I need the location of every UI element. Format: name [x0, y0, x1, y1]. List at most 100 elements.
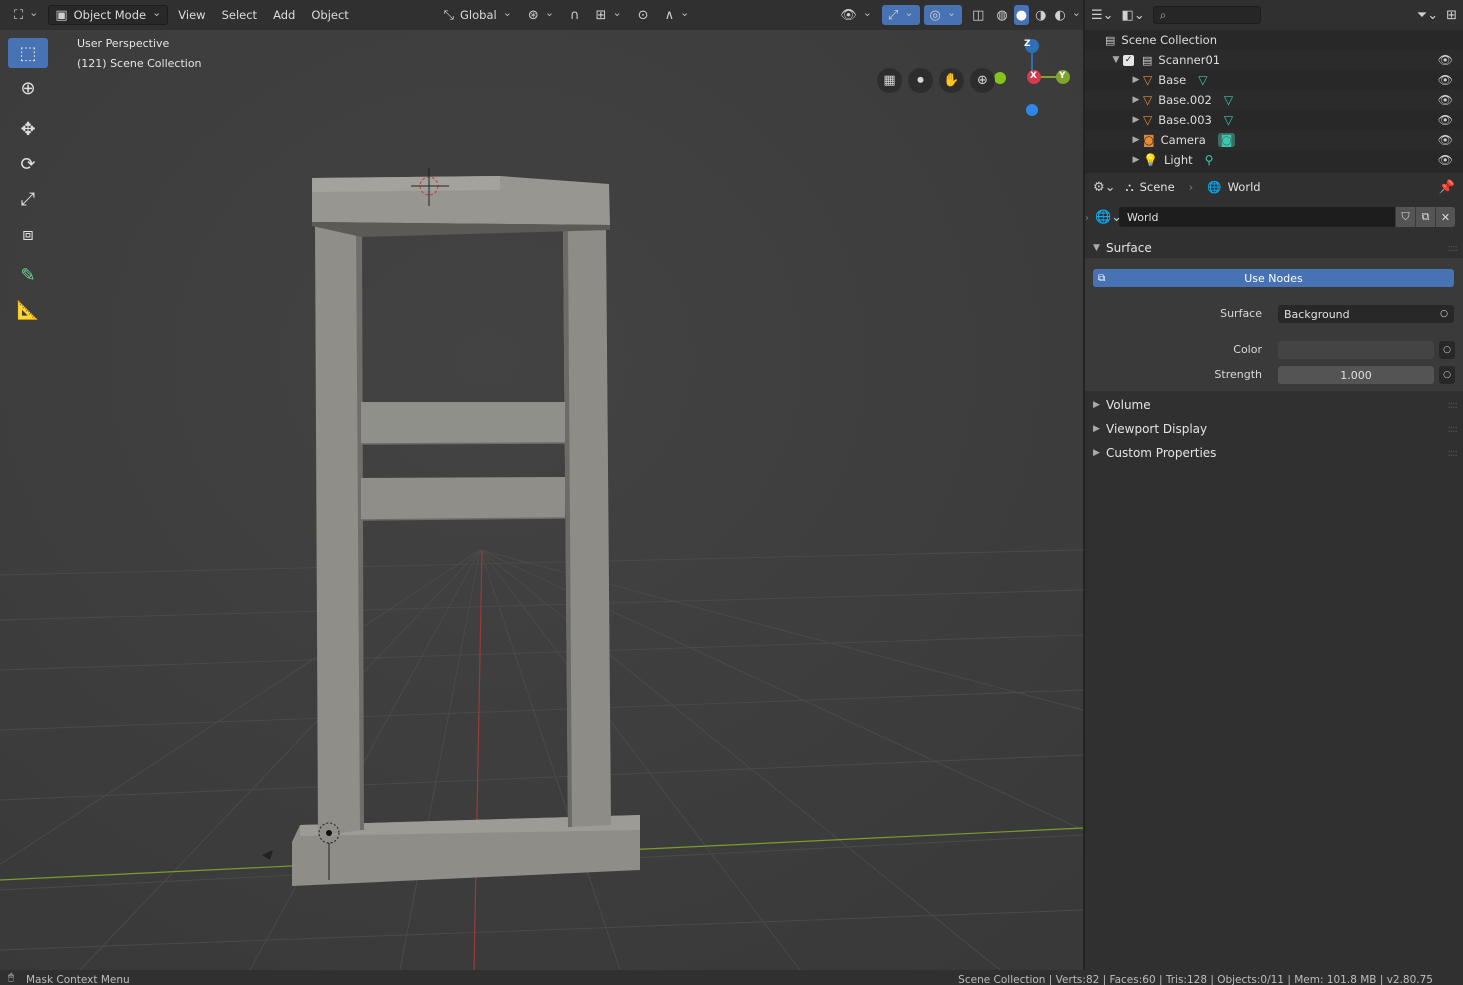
transform-orientation-selector[interactable]: ⤡ Global — [438, 5, 518, 25]
shading-wireframe[interactable]: ◍ — [994, 5, 1009, 25]
camera-view-icon[interactable]: ⏺ — [908, 68, 933, 93]
expand-right-icon[interactable]: ▶ — [1129, 135, 1143, 145]
outliner-row-item[interactable]: ▶ ▽ Base.003 ▽ 👁 — [1085, 110, 1463, 130]
move-tool[interactable]: ✥ — [8, 114, 48, 144]
menu-view[interactable]: View — [172, 5, 211, 25]
surface-shader-field[interactable]: Background ○ — [1278, 305, 1454, 323]
new-collection-icon[interactable]: ⊞ — [1446, 8, 1457, 23]
outliner-row-collection[interactable]: ▼ ✓ ▤ Scanner01 👁 — [1085, 50, 1463, 70]
outliner-row-item[interactable]: ▶ ▽ Base ▽ 👁 — [1085, 70, 1463, 90]
eye-icon[interactable]: 👁 — [1438, 113, 1453, 127]
menu-object[interactable]: Object — [305, 5, 354, 25]
camera-data-icon[interactable]: ◙ — [1217, 133, 1236, 147]
color-swatch[interactable] — [1278, 341, 1434, 359]
right-panels: ☰⌄ ◧⌄ ⌕ ⏷⌄ ⊞ ▤ Scene Collection ▼ ✓ ▤ Sc… — [1085, 0, 1463, 970]
eye-icon[interactable]: 👁 — [1438, 153, 1453, 167]
gizmo-toggle[interactable]: ⤢ — [881, 5, 920, 25]
expand-right-icon[interactable]: ▶ — [1129, 75, 1143, 85]
eye-icon[interactable]: 👁 — [1438, 53, 1453, 67]
drag-grip-icon[interactable]: :::: — [1448, 400, 1459, 411]
collection-checkbox[interactable]: ✓ — [1123, 54, 1134, 66]
scene-collection-icon: ▤ — [1105, 33, 1116, 47]
transform-tool[interactable]: ⧈ — [8, 219, 48, 249]
shading-rendered[interactable]: ◐ — [1052, 5, 1083, 25]
eye-icon[interactable]: 👁 — [1438, 93, 1453, 107]
mesh-data-icon[interactable]: ▽ — [1224, 113, 1233, 127]
shading-solid[interactable]: ● — [1013, 5, 1030, 25]
transform-icon: ⧈ — [22, 223, 34, 245]
pin-icon[interactable]: 📌 — [1439, 180, 1455, 195]
outliner-row-item[interactable]: ▶ ◙ Camera ◙ 👁 — [1085, 130, 1463, 150]
select-box-tool[interactable]: ⬚ — [8, 38, 48, 68]
viewport-display-panel-header[interactable]: ▶ Viewport Display — [1093, 419, 1207, 439]
custom-properties-panel-header[interactable]: ▶ Custom Properties — [1093, 443, 1216, 463]
panel-collapsed-icon: ▶ — [1093, 400, 1100, 410]
magnet-icon: ∩ — [570, 7, 580, 23]
shading-material[interactable]: ◑ — [1033, 5, 1048, 25]
light-data-icon[interactable]: ⚲ — [1205, 153, 1214, 167]
world-browse-icon[interactable]: 🌐⌄ — [1095, 210, 1122, 225]
menu-add[interactable]: Add — [267, 5, 301, 25]
volume-panel-header[interactable]: ▶ Volume — [1093, 395, 1151, 415]
filter-icon[interactable]: ⏷⌄ — [1417, 8, 1438, 23]
editor-type-icon: ⛶ — [14, 7, 24, 23]
mode-selector[interactable]: ▣ Object Mode — [48, 5, 169, 25]
color-socket-icon[interactable]: ○ — [1439, 341, 1455, 359]
editor-type-button[interactable]: ⛶ — [8, 5, 44, 25]
outliner-row-scene-collection[interactable]: ▤ Scene Collection — [1085, 30, 1463, 50]
surface-panel-header[interactable]: ▼ Surface — [1093, 238, 1152, 258]
drag-grip-icon[interactable]: :::: — [1448, 448, 1459, 459]
menu-select[interactable]: Select — [216, 5, 263, 25]
use-nodes-button[interactable]: ⧉ Use Nodes — [1093, 269, 1454, 287]
falloff-button[interactable]: ∧ — [659, 5, 696, 25]
strength-slider[interactable]: 1.000 — [1278, 366, 1434, 384]
properties-editor-icon[interactable]: ⚙⌄ — [1093, 180, 1116, 195]
fake-user-shield-icon[interactable]: ⛉ — [1395, 207, 1415, 227]
expand-right-icon[interactable]: ▶ — [1129, 115, 1143, 125]
drag-grip-icon[interactable]: :::: — [1448, 424, 1459, 435]
expand-right-icon[interactable]: ▶ — [1129, 155, 1143, 165]
visibility-button[interactable]: 👁 — [834, 5, 878, 25]
duplicate-icon[interactable]: ⧉ — [1415, 207, 1435, 227]
strength-socket-icon[interactable]: ○ — [1439, 366, 1455, 384]
viewport-nav-buttons: ▦ ⏺ ✋ ⊕ — [877, 68, 995, 93]
overlay-toggle[interactable]: ◎ — [923, 5, 963, 25]
proportional-edit-toggle[interactable]: ⊙ — [632, 5, 655, 25]
tabs-expand-icon[interactable]: › — [1085, 213, 1089, 224]
world-name-field[interactable]: World — [1119, 207, 1395, 227]
collection-icon: ▤ — [1142, 53, 1153, 67]
unlink-close-icon[interactable]: ✕ — [1435, 207, 1455, 227]
drag-grip-icon[interactable]: :::: — [1448, 243, 1459, 254]
expand-right-icon[interactable]: ▶ — [1129, 95, 1143, 105]
outliner-tree[interactable]: ▤ Scene Collection ▼ ✓ ▤ Scanner01 👁 ▶ ▽… — [1085, 30, 1463, 173]
wireframe-icon: ◍ — [996, 7, 1008, 23]
cursor-tool[interactable]: ⊕ — [8, 73, 48, 103]
cursor-icon: ⊕ — [20, 77, 36, 99]
outliner-search-input[interactable]: ⌕ — [1152, 6, 1261, 24]
light-object-icon: 💡 — [1143, 153, 1158, 167]
ortho-toggle-icon[interactable]: ▦ — [877, 68, 902, 93]
mesh-data-icon[interactable]: ▽ — [1198, 73, 1207, 87]
measure-tool[interactable]: 📐 — [8, 295, 48, 325]
snap-toggle[interactable]: ∩ — [564, 5, 586, 25]
annotate-tool[interactable]: ✎ — [8, 260, 48, 290]
outliner-editor-icon[interactable]: ☰⌄ — [1091, 8, 1114, 23]
snap-target-button[interactable]: ⊞ — [590, 5, 628, 25]
viewport-header: ⛶ ▣ Object Mode View Select Add Object ⤡… — [0, 0, 1083, 30]
zoom-icon[interactable]: ⊕ — [970, 68, 995, 93]
rotate-tool[interactable]: ⟳ — [8, 149, 48, 179]
world-icon: 🌐 — [1207, 180, 1222, 194]
3d-viewport[interactable]: User Perspective (121) Scene Collection … — [0, 30, 1083, 970]
pivot-point-button[interactable]: ⊛ — [522, 5, 560, 25]
mesh-data-icon[interactable]: ▽ — [1224, 93, 1233, 107]
world-datablock-selector[interactable]: 🌐⌄ World ⛉ ⧉ ✕ — [1093, 207, 1455, 227]
expand-down-icon[interactable]: ▼ — [1109, 55, 1123, 65]
scale-tool[interactable]: ⤢ — [8, 184, 48, 214]
eye-icon[interactable]: 👁 — [1438, 133, 1453, 147]
pan-hand-icon[interactable]: ✋ — [939, 68, 964, 93]
outliner-row-item[interactable]: ▶ ▽ Base.002 ▽ 👁 — [1085, 90, 1463, 110]
xray-toggle[interactable]: ◫ — [966, 5, 990, 25]
display-mode-icon[interactable]: ◧⌄ — [1122, 8, 1145, 23]
outliner-row-item[interactable]: ▶ 💡 Light ⚲ 👁 — [1085, 150, 1463, 170]
eye-icon[interactable]: 👁 — [1438, 73, 1453, 87]
